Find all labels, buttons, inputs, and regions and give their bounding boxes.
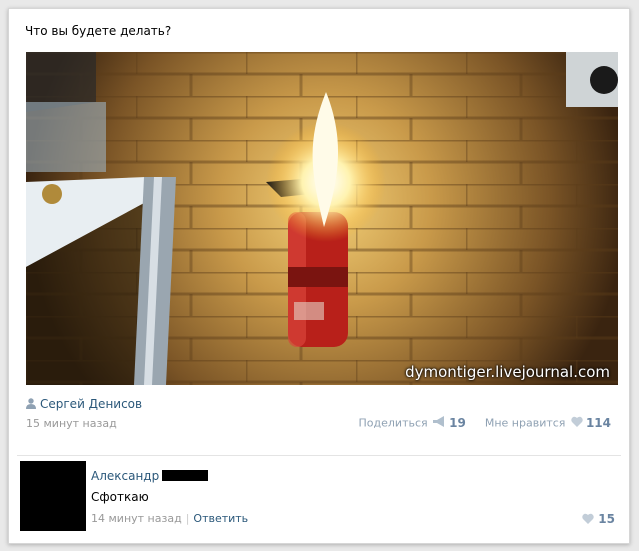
divider bbox=[17, 455, 621, 456]
share-button[interactable]: Поделиться 19 bbox=[358, 416, 470, 430]
post-photo[interactable]: dymontiger.livejournal.com bbox=[26, 52, 618, 385]
comment-time[interactable]: 14 минут назад bbox=[91, 512, 182, 525]
comment-like-button[interactable]: 15 bbox=[580, 512, 615, 527]
heart-icon bbox=[582, 513, 594, 527]
comment-text: Сфоткаю bbox=[91, 490, 149, 504]
avatar[interactable] bbox=[20, 461, 86, 531]
post-author-name[interactable]: Сергей Денисов bbox=[40, 397, 142, 411]
person-icon bbox=[26, 398, 36, 409]
redacted-surname bbox=[162, 470, 209, 481]
like-count: 114 bbox=[585, 416, 611, 430]
post-time[interactable]: 15 минут назад bbox=[26, 417, 117, 430]
comment-meta: 14 минут назад | Ответить bbox=[91, 512, 248, 525]
post-author[interactable]: Сергей Денисов bbox=[26, 397, 142, 411]
share-count: 19 bbox=[449, 416, 466, 430]
post-actions: Поделиться 19 Мне нравится 114 bbox=[359, 416, 611, 430]
heart-icon bbox=[571, 416, 583, 430]
comment-author-name[interactable]: Александр bbox=[91, 469, 159, 483]
burning-extinguisher-image bbox=[26, 52, 618, 385]
comment-like-count: 15 bbox=[598, 512, 615, 526]
comment-author[interactable]: Александр bbox=[91, 469, 209, 483]
megaphone-icon bbox=[433, 416, 446, 430]
like-label: Мне нравится bbox=[484, 416, 566, 430]
reply-button[interactable]: Ответить bbox=[193, 512, 248, 525]
comment-separator: | bbox=[185, 512, 190, 525]
share-label: Поделиться bbox=[358, 416, 428, 430]
post-text: Что вы будете делать? bbox=[25, 24, 172, 38]
like-button[interactable]: Мне нравится 114 bbox=[484, 416, 611, 430]
photo-watermark: dymontiger.livejournal.com bbox=[405, 363, 610, 381]
post-card: Что вы будете делать? dymontiger.livejou… bbox=[8, 8, 630, 544]
